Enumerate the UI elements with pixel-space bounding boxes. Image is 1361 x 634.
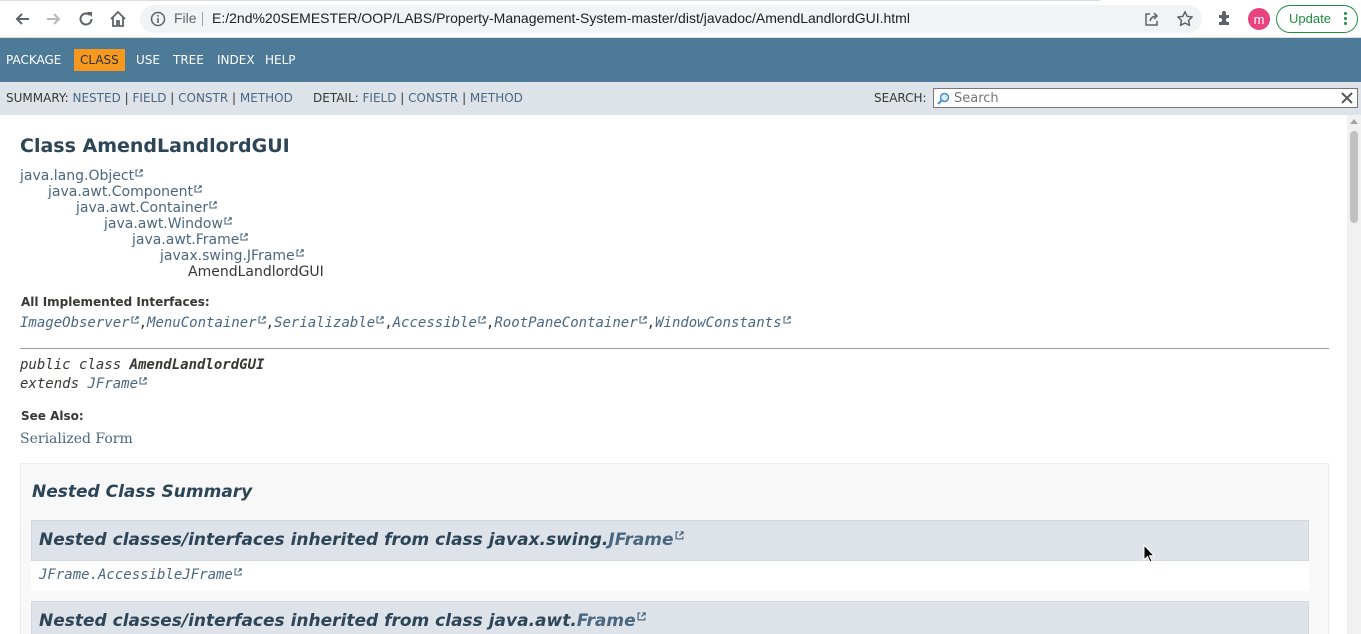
- inheritance-link[interactable]: java.awt.Frame: [132, 232, 249, 248]
- profile-avatar[interactable]: m: [1248, 8, 1270, 30]
- external-link-icon: [240, 233, 249, 241]
- interfaces-list: ImageObserver ,MenuContainer ,Serializable…: [20, 315, 791, 331]
- interface-link[interactable]: RootPaneContainer: [494, 315, 637, 331]
- nav-help[interactable]: HELP: [265, 49, 296, 71]
- see-also-label: See Also:: [21, 409, 84, 423]
- inheritance-link[interactable]: java.awt.Window: [104, 216, 232, 232]
- serialized-form-link[interactable]: Serialized Form: [20, 431, 133, 447]
- external-link-icon: [478, 316, 486, 324]
- external-link-icon: [296, 249, 304, 257]
- detail-field-link[interactable]: FIELD: [363, 91, 397, 105]
- search-input[interactable]: [954, 90, 1334, 106]
- forward-icon[interactable]: [42, 7, 66, 31]
- detail-nav: DETAIL: FIELD | CONSTR | METHOD: [313, 91, 523, 105]
- external-link-icon: [639, 316, 647, 324]
- inheritance-link[interactable]: java.awt.Container: [76, 200, 217, 216]
- external-link-icon: [209, 201, 217, 209]
- nav-tree[interactable]: TREE: [173, 49, 204, 71]
- interfaces-label: All Implemented Interfaces:: [21, 295, 210, 309]
- summary-field-link[interactable]: FIELD: [133, 91, 167, 105]
- inherited-class-link[interactable]: JFrame: [608, 530, 673, 550]
- external-link-icon: [131, 316, 139, 324]
- page-scrollbar[interactable]: [1347, 115, 1361, 634]
- nested-class-summary: Nested Class Summary Nested classes/inte…: [20, 463, 1329, 634]
- interface-link[interactable]: Accessible: [393, 315, 477, 331]
- info-icon[interactable]: [150, 11, 166, 31]
- external-link-icon: [376, 316, 384, 324]
- inherited-header: Nested classes/interfaces inherited from…: [31, 520, 1309, 561]
- class-name: AmendLandlordGUI: [129, 357, 265, 373]
- external-link-icon: [234, 568, 242, 576]
- url-divider: [202, 12, 203, 26]
- browser-toolbar: File E:/2nd%20SEMESTER/OOP/LABS/Property…: [0, 0, 1361, 38]
- detail-constr-link[interactable]: CONSTR: [408, 91, 458, 105]
- external-link-icon: [675, 531, 684, 540]
- external-link-icon: [782, 316, 791, 324]
- search-icon: [937, 92, 950, 109]
- inherited-block: Nested classes/interfaces inherited from…: [31, 520, 1309, 591]
- summary-method-link[interactable]: METHOD: [240, 91, 293, 105]
- external-link-icon: [135, 169, 143, 177]
- update-label: Update: [1289, 11, 1331, 26]
- more-icon[interactable]: [1344, 12, 1347, 27]
- external-link-icon: [224, 217, 232, 225]
- interface-link[interactable]: ImageObserver: [20, 315, 130, 331]
- nav-class[interactable]: CLASS: [74, 49, 125, 71]
- external-link-icon: [637, 612, 646, 621]
- search-box[interactable]: [933, 88, 1358, 108]
- inheritance-link[interactable]: java.awt.Component: [48, 184, 202, 200]
- inherited-header: Nested classes/interfaces inherited from…: [31, 601, 1309, 634]
- inheritance-link[interactable]: java.lang.Object: [20, 168, 143, 184]
- external-link-icon: [258, 316, 266, 324]
- inheritance-current-class: AmendLandlordGUI: [188, 264, 324, 280]
- nav-use[interactable]: USE: [136, 49, 160, 71]
- summary-nested-link[interactable]: NESTED: [73, 91, 121, 105]
- section-heading: Nested Class Summary: [32, 482, 253, 502]
- url-text[interactable]: E:/2nd%20SEMESTER/OOP/LABS/Property-Mana…: [212, 10, 910, 26]
- address-bar[interactable]: File E:/2nd%20SEMESTER/OOP/LABS/Property…: [140, 5, 1202, 33]
- interface-link[interactable]: Serializable: [274, 315, 375, 331]
- top-nav-bar: PACKAGE CLASS USE TREE INDEX HELP: [0, 38, 1361, 82]
- mouse-cursor-icon: [1143, 544, 1155, 563]
- class-signature: public class AmendLandlordGUI: [20, 357, 265, 373]
- tab-strip-edge: [0, 0, 1100, 1]
- nested-class-link[interactable]: JFrame.AccessibleJFrame: [39, 567, 233, 583]
- superclass-link[interactable]: JFrame: [87, 376, 138, 392]
- extensions-icon[interactable]: [1216, 9, 1234, 31]
- divider: [20, 348, 1329, 349]
- detail-method-link[interactable]: METHOD: [470, 91, 523, 105]
- summary-nav: SUMMARY: NESTED | FIELD | CONSTR | METHO…: [6, 91, 293, 105]
- search-label: SEARCH:: [874, 91, 927, 105]
- nav-index[interactable]: INDEX: [217, 49, 255, 71]
- reset-search-icon[interactable]: [1340, 91, 1354, 109]
- summary-constr-link[interactable]: CONSTR: [178, 91, 228, 105]
- sub-nav-bar: SUMMARY: NESTED | FIELD | CONSTR | METHO…: [0, 82, 1361, 115]
- inherited-items: JFrame.AccessibleJFrame: [31, 561, 1309, 591]
- inheritance-link[interactable]: javax.swing.JFrame: [160, 248, 304, 264]
- interface-link[interactable]: WindowConstants: [655, 315, 781, 331]
- external-link-icon: [194, 185, 202, 193]
- home-icon[interactable]: [106, 7, 130, 31]
- update-button[interactable]: Update: [1276, 5, 1358, 33]
- back-icon[interactable]: [10, 7, 34, 31]
- url-scheme: File: [174, 10, 197, 26]
- inherited-block: Nested classes/interfaces inherited from…: [31, 601, 1309, 634]
- external-link-icon: [139, 377, 147, 385]
- summary-label: SUMMARY:: [6, 91, 69, 105]
- star-icon[interactable]: [1176, 10, 1194, 32]
- scroll-up-arrow-icon[interactable]: [1350, 119, 1358, 124]
- inherited-class-link[interactable]: Frame: [577, 611, 636, 631]
- share-icon[interactable]: [1144, 11, 1160, 31]
- class-extends: extends JFrame: [20, 376, 147, 392]
- detail-label: DETAIL:: [313, 91, 359, 105]
- reload-icon[interactable]: [74, 7, 98, 31]
- interface-link[interactable]: MenuContainer: [147, 315, 257, 331]
- nav-package[interactable]: PACKAGE: [6, 49, 61, 71]
- scrollbar-thumb[interactable]: [1350, 131, 1358, 223]
- page-title: Class AmendLandlordGUI: [20, 135, 290, 157]
